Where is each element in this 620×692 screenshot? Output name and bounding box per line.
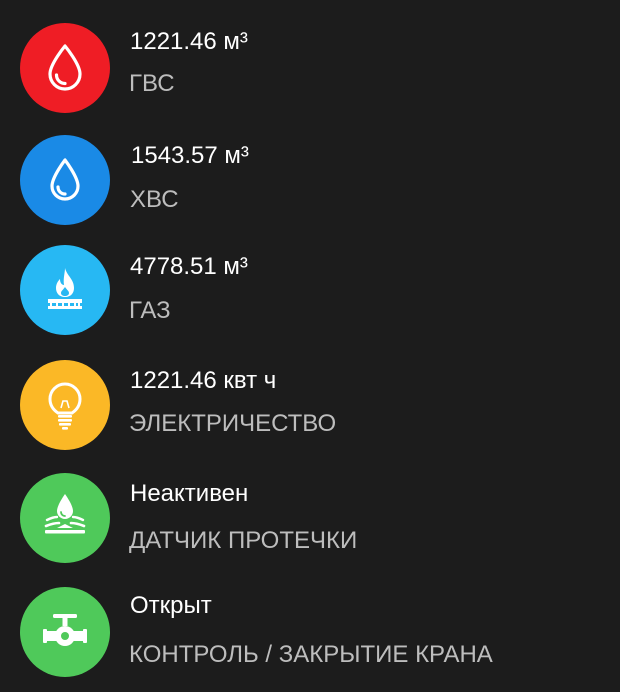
- electricity-value: 1221.46 квт ч: [130, 367, 277, 394]
- cold-water-value: 1543.57 м³: [131, 142, 249, 169]
- list-item-gas[interactable]: 4778.51 м³ ГАЗ: [0, 228, 620, 340]
- cold-water-circle: [20, 135, 110, 225]
- leak-sensor-label: ДАТЧИК ПРОТЕЧКИ: [129, 527, 358, 554]
- gas-value: 4778.51 м³: [130, 253, 248, 280]
- list-item-cold-water[interactable]: 1543.57 м³ ХВС: [0, 114, 620, 226]
- valve-label: КОНТРОЛЬ / ЗАКРЫТИЕ КРАНА: [129, 641, 493, 668]
- leak-sensor-circle: [20, 473, 110, 563]
- list-item-valve-control[interactable]: Открыт КОНТРОЛЬ / ЗАКРЫТИЕ КРАНА: [0, 570, 620, 682]
- list-item-hot-water[interactable]: 1221.46 м³ ГВС: [0, 0, 620, 113]
- list-item-electricity[interactable]: 1221.46 квт ч ЭЛЕКТРИЧЕСТВО: [0, 342, 620, 454]
- hot-water-circle: [20, 23, 110, 113]
- electricity-circle: [20, 360, 110, 450]
- hot-water-label: ГВС: [129, 70, 175, 97]
- list-item-leak-sensor[interactable]: Неактивен ДАТЧИК ПРОТЕЧКИ: [0, 456, 620, 568]
- leak-sensor-value: Неактивен: [130, 480, 249, 507]
- water-drop-icon: [50, 158, 80, 201]
- cold-water-label: ХВС: [130, 186, 179, 213]
- gas-label: ГАЗ: [129, 297, 171, 324]
- water-leak-icon: [44, 494, 86, 534]
- gas-circle: [20, 245, 110, 335]
- light-bulb-icon: [48, 382, 82, 430]
- valve-value: Открыт: [130, 592, 212, 619]
- valve-circle: [20, 587, 110, 677]
- water-drop-icon: [48, 44, 82, 91]
- hot-water-value: 1221.46 м³: [130, 28, 248, 55]
- gas-flame-icon: [48, 268, 82, 309]
- meter-list: 1221.46 м³ ГВС 1543.57 м³ ХВС 4778.51 м³…: [0, 0, 620, 692]
- valve-icon: [43, 614, 87, 646]
- electricity-label: ЭЛЕКТРИЧЕСТВО: [129, 410, 337, 437]
